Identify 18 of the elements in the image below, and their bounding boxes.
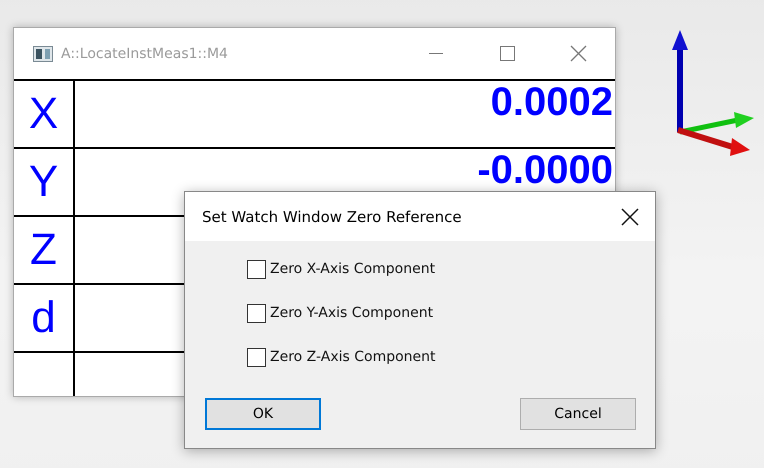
axis-value: -0.0000 [477, 152, 613, 189]
checkbox-label[interactable]: Zero Y-Axis Component [270, 305, 434, 321]
dialog-title: Set Watch Window Zero Reference [202, 208, 463, 226]
cancel-button[interactable]: Cancel [520, 398, 636, 430]
axis-label: X [28, 89, 58, 139]
checkbox[interactable] [247, 304, 266, 322]
checkbox-label[interactable]: Zero Z-Axis Component [270, 349, 436, 365]
checkbox-label[interactable]: Zero X-Axis Component [270, 261, 436, 277]
close-icon[interactable] [619, 206, 641, 228]
axis-label: Z [30, 225, 57, 275]
axis-value: 0.0002 [490, 84, 613, 121]
window-title: A::LocateInstMeas1::M4 [61, 46, 229, 62]
window-icon [33, 46, 53, 62]
axis-label: Y [28, 157, 58, 207]
ok-button[interactable]: OK [205, 398, 321, 430]
checkbox[interactable] [247, 348, 266, 366]
axis-label: d [31, 293, 56, 343]
checkbox[interactable] [247, 260, 266, 278]
